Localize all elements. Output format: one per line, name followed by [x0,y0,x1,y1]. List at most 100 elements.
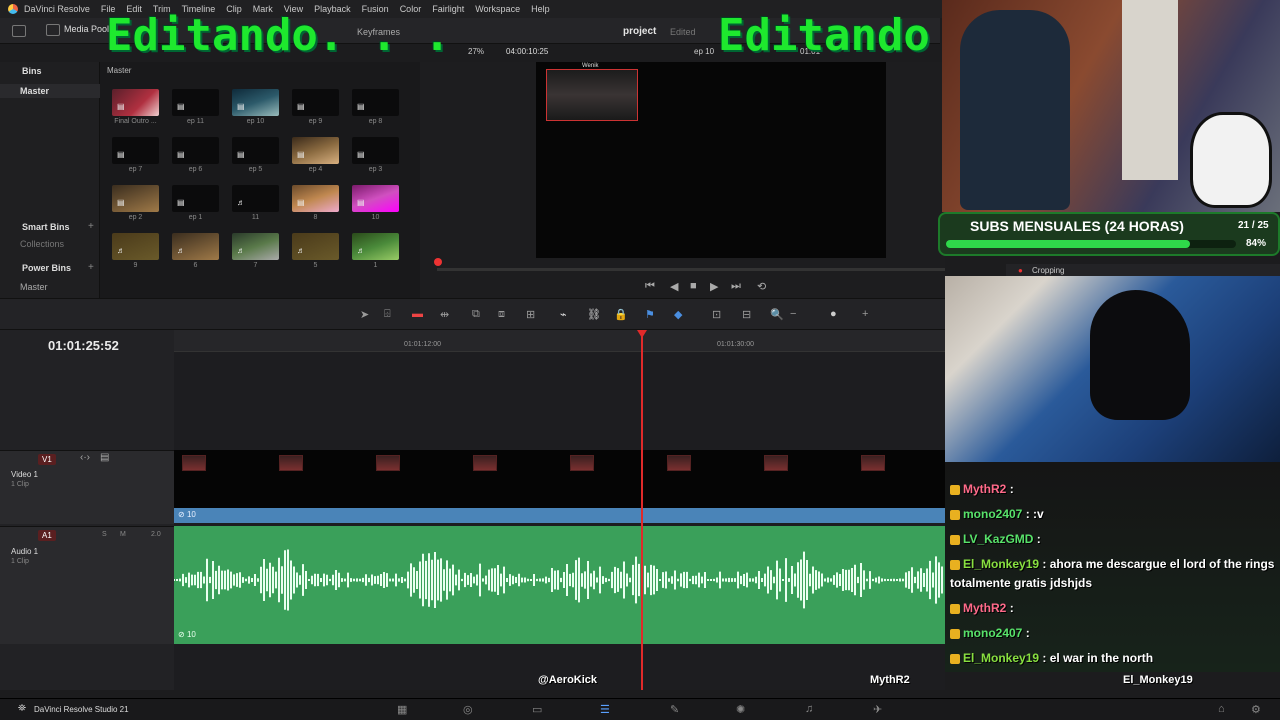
add-power-bin-icon[interactable]: + [88,262,94,273]
viewer-scrub-bar[interactable] [437,268,945,271]
jump-end-icon[interactable]: ⏭ [731,280,741,293]
media-pool-clip[interactable]: ♬ [232,185,279,212]
clip-type-icon: ▤ [297,102,305,111]
video-frame-thumbnail [473,455,497,471]
v1-auto-select-icon[interactable]: ‹·› [80,452,90,463]
media-pool-clip[interactable]: ▤ [292,185,339,212]
viewer-timecode: 04:00:10:25 [506,47,549,56]
marker-icon[interactable]: ◆ [674,308,682,321]
power-bin-master[interactable]: Master [20,282,48,292]
media-pool-clip[interactable]: ♬ [292,233,339,260]
media-pool-clip[interactable]: ▤ [232,137,279,164]
cropping-label[interactable]: Cropping [1032,266,1064,275]
snapping-icon[interactable]: ⌁ [560,308,567,321]
blade-tool-icon[interactable]: ▬ [412,308,423,320]
media-page-icon[interactable]: ▦ [397,703,407,716]
ruler-tick-label: 01:01:30:00 [717,341,754,348]
a1-clip-label: ⊘ 10 [178,630,196,639]
media-pool-clip[interactable]: ▤ [172,89,219,116]
replace-clip-icon[interactable]: ⊞ [526,308,535,321]
dynamic-trim-icon[interactable]: ⇹ [440,308,449,321]
power-bins-header[interactable]: Power Bins [22,263,71,273]
chat-message: mono2407 : [950,624,1280,643]
media-pool-clip[interactable]: ▤ [352,137,399,164]
zoom-out-icon[interactable]: − [790,308,796,320]
v1-badge[interactable]: V1 [38,454,56,465]
video-frame-thumbnail [376,455,400,471]
clip-label: ep 6 [188,166,203,173]
insert-clip-icon[interactable]: ⧉ [472,308,480,321]
media-pool-clip[interactable]: ♬ [232,233,279,260]
edit-page-icon[interactable]: ▭ [532,703,542,716]
jump-start-icon[interactable]: ⏮ [645,280,655,293]
zoom-full-icon[interactable]: ⊡ [712,308,721,321]
media-pool-clip[interactable]: ▤ [232,89,279,116]
zoom-custom-icon[interactable]: 🔍 [770,308,784,321]
smart-bins-header[interactable]: Smart Bins [22,222,70,232]
media-pool-clip[interactable]: ♬ [172,233,219,260]
media-pool-clip[interactable]: ▤ [112,137,159,164]
fairlight-page-icon[interactable]: ♫ [805,703,813,715]
a1-mute-button[interactable]: M [120,531,126,538]
viewer-name-3: El_Monkey19 [1123,674,1193,686]
clip-type-icon: ♬ [357,246,365,255]
add-smart-bin-icon[interactable]: + [88,221,94,232]
collections-item[interactable]: Collections [20,239,64,249]
trim-tool-icon[interactable]: ⌹ [384,308,391,321]
media-pool-clip[interactable]: ♬ [352,233,399,260]
menu-help[interactable]: Help [531,4,550,14]
chat-message: El_Monkey19 : el war in the north [950,649,1280,668]
timeline-ruler[interactable] [174,330,945,352]
clip-label: ep 3 [368,166,383,173]
clip-label: ep 8 [368,118,383,125]
media-pool-clip[interactable]: ▤ [172,185,219,212]
color-page-icon[interactable]: ✺ [736,703,745,716]
a1-badge[interactable]: A1 [38,530,56,541]
overwrite-clip-icon[interactable]: ⧈ [498,308,505,321]
edit-timeline-page-icon[interactable]: ☰ [600,703,610,716]
media-pool-clip[interactable]: ▤ [112,89,159,116]
fusion-page-icon[interactable]: ✎ [670,703,679,716]
bin-master[interactable]: Master [0,84,100,98]
media-pool-clip[interactable]: ▤ [172,137,219,164]
zoom-detail-icon[interactable]: ⊟ [742,308,751,321]
v1-clip-count: 1 Clip [11,481,29,488]
play-icon[interactable]: ▶ [710,280,718,293]
zoom-in-icon[interactable]: + [862,308,868,320]
viewer-zoom[interactable]: 27% [468,47,484,56]
v1-clip-bar[interactable] [174,508,945,523]
a1-solo-button[interactable]: S [102,531,107,538]
linked-selection-icon[interactable]: ⛓ [587,308,601,321]
cut-page-icon[interactable]: ◎ [463,703,473,716]
playhead[interactable] [641,330,643,690]
media-pool-clip[interactable]: ▤ [292,89,339,116]
media-pool-clip[interactable]: ▤ [292,137,339,164]
play-reverse-icon[interactable]: ◀ [670,280,678,293]
clip-label: ep 4 [308,166,323,173]
selection-tool-icon[interactable]: ➤ [360,308,369,321]
clip-label: 5 [313,262,318,269]
v1-toggle-output-icon[interactable]: ▤ [100,452,109,463]
zoom-slider-knob[interactable]: ● [830,308,837,320]
menu-workspace[interactable]: Workspace [475,4,520,14]
media-pool-clip[interactable]: ▤ [352,185,399,212]
lock-icon[interactable]: 🔒 [614,308,628,321]
settings-gear-icon[interactable]: ⚙ [1251,703,1261,716]
clip-label: ep 9 [308,118,323,125]
clip-label: ep 7 [128,166,143,173]
chat-message: mono2407 : :v [950,505,1280,524]
scrub-head[interactable] [434,258,442,266]
playhead-handle[interactable] [637,330,647,338]
home-icon[interactable]: ⌂ [1218,703,1225,715]
stop-icon[interactable]: ■ [690,280,697,292]
app-version: DaVinci Resolve Studio 21 [34,705,129,714]
media-pool-clip[interactable]: ▤ [112,185,159,212]
preview-overlay-label: Wenik [582,63,599,69]
flag-icon[interactable]: ⚑ [645,308,655,321]
media-pool-button[interactable]: Media Pool [46,24,109,36]
deliver-page-icon[interactable]: ✈ [873,703,882,716]
media-pool-clip[interactable]: ▤ [352,89,399,116]
panel-toggle-icon[interactable] [12,25,26,37]
media-pool-clip[interactable]: ♬ [112,233,159,260]
loop-icon[interactable]: ⟲ [757,280,766,293]
